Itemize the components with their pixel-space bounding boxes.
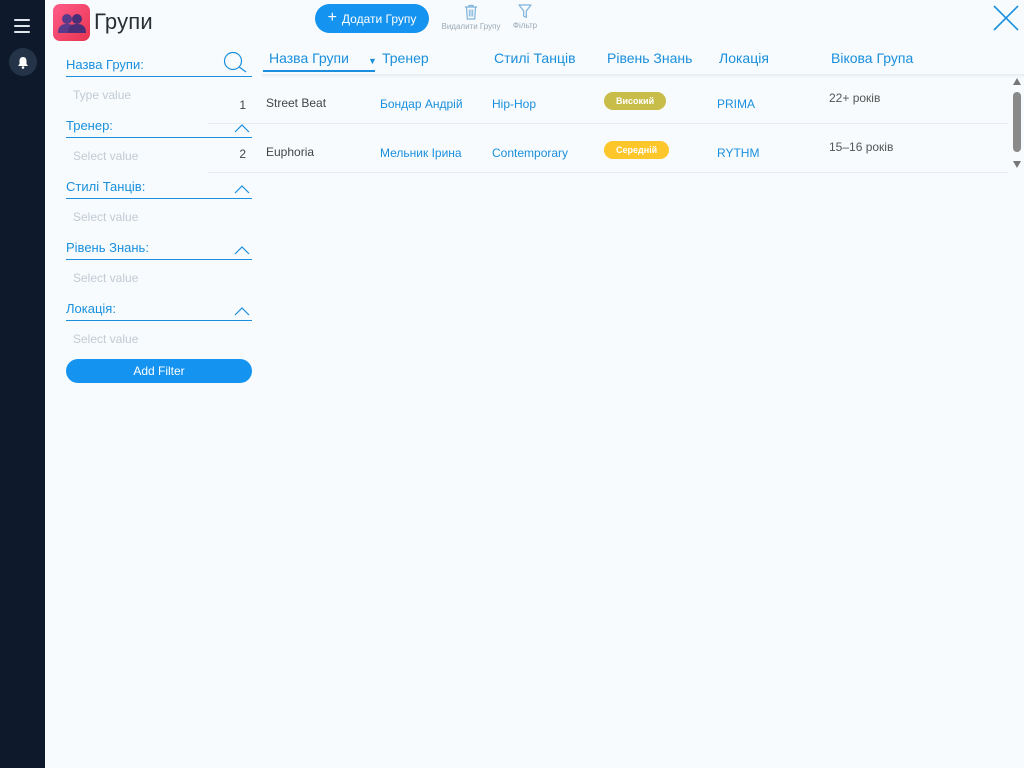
search-icon[interactable] <box>222 51 248 73</box>
plus-icon: + <box>327 9 337 26</box>
notifications-button[interactable] <box>9 48 37 76</box>
bell-icon <box>18 56 28 69</box>
close-icon[interactable] <box>992 4 1020 32</box>
filter-label: Тренер: <box>66 118 113 133</box>
add-filter-button[interactable]: Add Filter <box>66 359 252 383</box>
filter-header: Назва Групи: <box>66 50 252 77</box>
menu-icon[interactable] <box>14 19 30 33</box>
level-select[interactable]: Select value <box>66 260 252 294</box>
filter-header[interactable]: Рівень Знань: <box>66 233 252 260</box>
table-row[interactable]: 2 Euphoria Мельник Ірина Contemporary Се… <box>208 124 1008 173</box>
delete-group-label: Видалити Групу <box>441 22 501 31</box>
column-header-group-name[interactable]: Назва Групи <box>263 50 375 72</box>
dance-style-link[interactable]: Contemporary <box>492 146 568 160</box>
column-header-level[interactable]: Рівень Знань <box>607 50 692 66</box>
column-header-dance-styles[interactable]: Стилі Танців <box>494 50 576 66</box>
table-header: Назва Групи ▼ Тренер Стилі Танців Рівень… <box>262 44 1024 74</box>
level-badge: Середній <box>604 141 670 159</box>
location-link[interactable]: RYTHM <box>717 146 759 160</box>
chevron-up-icon[interactable] <box>234 246 250 255</box>
chevron-up-icon[interactable] <box>234 185 250 194</box>
table-scrollbar[interactable] <box>1011 78 1023 172</box>
side-rail <box>0 0 45 768</box>
age-group-cell: 22+ років <box>829 91 881 105</box>
sort-descending-icon[interactable]: ▼ <box>368 56 377 66</box>
scrollbar-thumb[interactable] <box>1013 92 1021 152</box>
trainer-link[interactable]: Бондар Андрій <box>380 97 463 111</box>
column-header-age-group[interactable]: Вікова Група <box>831 50 913 66</box>
trainer-link[interactable]: Мельник Ірина <box>380 146 462 160</box>
scroll-down-arrow-icon[interactable] <box>1013 161 1021 168</box>
table-row[interactable]: 1 Street Beat Бондар Андрій Hip-Hop Висо… <box>208 75 1008 124</box>
filter-location: Локація: Select value <box>66 294 252 355</box>
funnel-icon <box>518 4 532 19</box>
scroll-up-arrow-icon[interactable] <box>1013 78 1021 85</box>
row-number: 1 <box>239 98 246 112</box>
add-group-label: Додати Групу <box>341 11 417 26</box>
group-name-cell: Euphoria <box>266 145 315 159</box>
page-title: Групи <box>94 9 153 34</box>
column-header-trainer[interactable]: Тренер <box>382 50 429 66</box>
column-header-location[interactable]: Локація <box>719 50 769 66</box>
filter-header[interactable]: Локація: <box>66 294 252 321</box>
delete-group-button[interactable]: Видалити Групу <box>438 4 504 31</box>
filter-level: Рівень Знань: Select value <box>66 233 252 294</box>
level-badge: Високий <box>604 92 667 110</box>
filter-button[interactable]: Фільтр <box>509 4 541 30</box>
trash-icon <box>465 4 477 20</box>
group-name-cell: Street Beat <box>266 96 327 110</box>
filter-dance-styles: Стилі Танців: Select value <box>66 172 252 233</box>
filter-label: Фільтр <box>512 21 538 30</box>
location-select[interactable]: Select value <box>66 321 252 355</box>
add-group-button[interactable]: + Додати Групу <box>315 4 429 33</box>
dance-style-link[interactable]: Hip-Hop <box>492 97 536 111</box>
row-number: 2 <box>239 147 246 161</box>
filter-label: Локація: <box>66 301 116 316</box>
filter-label: Рівень Знань: <box>66 240 149 255</box>
filter-header[interactable]: Стилі Танців: <box>66 172 252 199</box>
dance-styles-select[interactable]: Select value <box>66 199 252 233</box>
age-group-cell: 15–16 років <box>829 140 894 154</box>
groups-icon <box>53 4 90 41</box>
filter-label: Назва Групи: <box>66 57 144 72</box>
location-link[interactable]: PRIMA <box>717 97 755 111</box>
filter-label: Стилі Танців: <box>66 179 146 194</box>
chevron-up-icon[interactable] <box>234 307 250 316</box>
